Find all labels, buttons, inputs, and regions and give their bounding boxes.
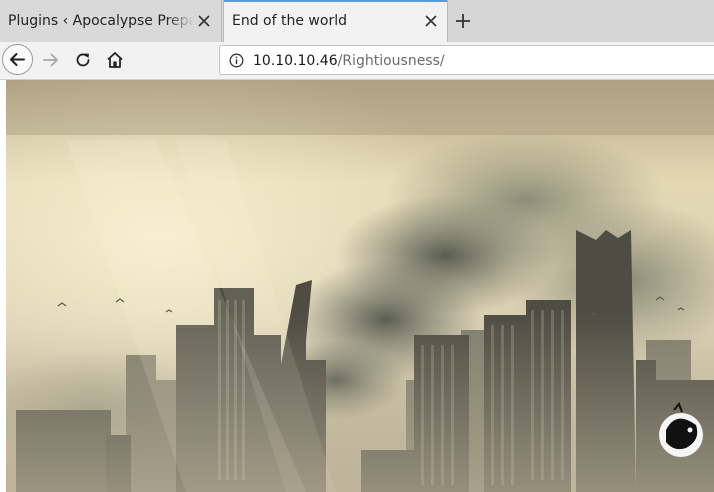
url-text[interactable]: 10.10.10.46/Rightiousness/ [253,53,445,69]
tab-plugins[interactable]: Plugins ‹ Apocalypse Prepara [0,0,222,42]
tab-title: End of the world [232,13,347,29]
close-icon[interactable] [422,12,440,30]
plus-icon[interactable] [452,10,474,32]
tab-title: Plugins ‹ Apocalypse Prepara [8,13,194,29]
info-icon[interactable] [229,53,244,68]
back-button[interactable] [2,44,33,75]
tab-end-of-the-world[interactable]: End of the world [223,0,448,42]
arrow-right-icon[interactable] [40,49,62,71]
home-icon[interactable] [104,49,126,71]
page-content [0,80,714,492]
apocalyptic-city-image [6,80,714,492]
url-path: /Rightiousness/ [337,53,445,69]
reload-icon[interactable] [72,49,94,71]
address-bar[interactable]: 10.10.10.46/Rightiousness/ [219,45,714,75]
arrow-left-icon [10,53,25,66]
navigation-toolbar: 10.10.10.46/Rightiousness/ [0,42,714,80]
tab-strip: Plugins ‹ Apocalypse Prepara End of the … [0,0,714,42]
url-host: 10.10.10.46 [253,53,338,69]
close-icon[interactable] [195,12,213,30]
